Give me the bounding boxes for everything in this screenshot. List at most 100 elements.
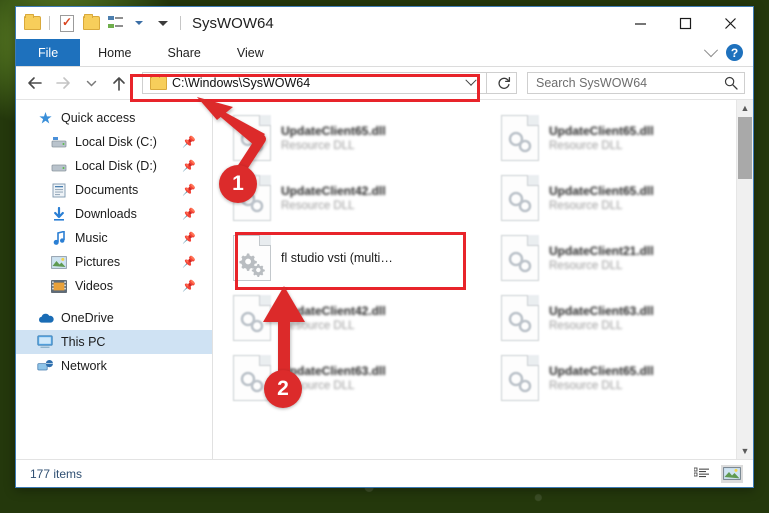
address-toolbar: C:\Windows\SysWOW64 Search SysWOW64	[16, 67, 753, 99]
file-list-pane: UpdateClient65.dll Resource DLL UpdateCl…	[213, 100, 753, 459]
file-item[interactable]: UpdateClient42.dll Resource DLL	[227, 288, 479, 348]
file-name: UpdateClient21.dll	[549, 244, 654, 258]
file-item[interactable]: UpdateClient63.dll Resource DLL	[227, 348, 479, 408]
properties-check-icon[interactable]	[57, 13, 77, 33]
customize-icon[interactable]	[105, 13, 125, 33]
search-input[interactable]: Search SysWOW64	[527, 72, 745, 94]
ribbon-tab-bar: File Home Share View ?	[16, 39, 753, 67]
window-body: Quick access Local Disk (C:) 📌 Local Dis…	[16, 99, 753, 459]
pin-icon[interactable]: 📌	[182, 280, 196, 293]
toolbar-divider-2	[180, 16, 181, 30]
file-name: UpdateClient42.dll	[281, 184, 386, 198]
pin-icon[interactable]: 📌	[182, 136, 196, 149]
file-item[interactable]: UpdateClient65.dll Resource DLL	[495, 108, 747, 168]
quick-access-toolbar	[22, 13, 184, 33]
file-explorer-window: SysWOW64 File Home Share View ?	[15, 6, 754, 488]
details-view-icon[interactable]	[691, 465, 713, 483]
sidebar-item-label: Documents	[75, 183, 139, 197]
sidebar-item-quick-access[interactable]: Quick access	[16, 106, 212, 130]
file-item[interactable]: UpdateClient65.dll Resource DLL	[495, 348, 747, 408]
pin-icon[interactable]: 📌	[182, 208, 196, 221]
ribbon-right-controls: ?	[703, 39, 753, 66]
maximize-button[interactable]	[663, 7, 708, 39]
file-item[interactable]: UpdateClient21.dll Resource DLL	[495, 228, 747, 288]
dll-file-icon	[501, 115, 539, 161]
file-grid: UpdateClient65.dll Resource DLL UpdateCl…	[213, 100, 753, 408]
address-bar[interactable]: C:\Windows\SysWOW64	[142, 72, 517, 94]
pin-icon[interactable]: 📌	[182, 256, 196, 269]
pin-icon[interactable]: 📌	[182, 232, 196, 245]
pictures-icon	[50, 255, 68, 269]
file-item[interactable]: UpdateClient63.dll Resource DLL	[495, 288, 747, 348]
scrollbar-thumb[interactable]	[738, 117, 752, 179]
file-subtitle: Resource DLL	[549, 260, 623, 272]
file-subtitle: Resource DLL	[281, 140, 355, 152]
file-item[interactable]: UpdateClient65.dll Resource DLL	[495, 168, 747, 228]
sidebar-item-videos[interactable]: Videos 📌	[16, 274, 212, 298]
tab-home[interactable]: Home	[80, 39, 149, 66]
search-icon[interactable]	[724, 76, 738, 90]
chevron-down-icon[interactable]	[703, 42, 719, 57]
customize-quick-access-caret-icon[interactable]	[153, 13, 173, 33]
folder-icon[interactable]	[22, 13, 42, 33]
dll-file-icon	[233, 355, 271, 401]
sidebar-item-music[interactable]: Music 📌	[16, 226, 212, 250]
tab-share[interactable]: Share	[150, 39, 219, 66]
view-toggle-group	[691, 464, 743, 483]
sidebar-item-pictures[interactable]: Pictures 📌	[16, 250, 212, 274]
file-name: UpdateClient63.dll	[281, 364, 386, 378]
back-arrow-icon[interactable]	[22, 70, 48, 96]
help-icon[interactable]: ?	[726, 44, 743, 61]
toolbar-divider	[49, 16, 50, 30]
pin-icon[interactable]: 📌	[182, 184, 196, 197]
scroll-up-icon[interactable]: ▲	[737, 100, 753, 116]
selected-file-item[interactable]: fl studio vsti (multi…	[227, 228, 479, 288]
tab-view[interactable]: View	[219, 39, 282, 66]
file-subtitle: Resource DLL	[281, 200, 355, 212]
sidebar-item-this-pc[interactable]: This PC	[16, 330, 212, 354]
file-subtitle: Resource DLL	[281, 380, 355, 392]
sidebar-item-label: Music	[75, 231, 108, 245]
customize-caret-icon[interactable]	[129, 13, 149, 33]
music-icon	[50, 230, 68, 246]
documents-icon	[50, 183, 68, 198]
pin-icon[interactable]: 📌	[182, 160, 196, 173]
sidebar-item-downloads[interactable]: Downloads 📌	[16, 202, 212, 226]
star-pin-icon	[36, 111, 54, 126]
file-subtitle: Resource DLL	[281, 320, 355, 332]
sidebar-item-label: Local Disk (D:)	[75, 159, 157, 173]
file-subtitle: Resource DLL	[549, 140, 623, 152]
sidebar-item-label: Pictures	[75, 255, 121, 269]
up-arrow-icon[interactable]	[106, 70, 132, 96]
file-subtitle: Resource DLL	[549, 320, 623, 332]
sidebar-item-local-disk-d[interactable]: Local Disk (D:) 📌	[16, 154, 212, 178]
close-button[interactable]	[708, 7, 753, 39]
sidebar-item-label: Downloads	[75, 207, 137, 221]
drive-icon	[50, 160, 68, 173]
minimize-button[interactable]	[618, 7, 663, 39]
dll-file-icon	[501, 175, 539, 221]
vertical-scrollbar[interactable]: ▲ ▼	[736, 100, 753, 459]
file-subtitle: Resource DLL	[549, 380, 623, 392]
file-name: UpdateClient65.dll	[549, 364, 654, 378]
sidebar-divider	[16, 298, 212, 306]
sidebar-item-network[interactable]: Network	[16, 354, 212, 378]
scroll-down-icon[interactable]: ▼	[737, 443, 753, 459]
status-bar: 177 items	[16, 459, 753, 487]
large-icons-view-icon[interactable]	[721, 464, 743, 483]
dll-file-icon	[501, 235, 539, 281]
file-item[interactable]: UpdateClient42.dll Resource DLL	[227, 168, 479, 228]
dll-file-icon	[233, 115, 271, 161]
sidebar-item-local-disk-c[interactable]: Local Disk (C:) 📌	[16, 130, 212, 154]
tab-file[interactable]: File	[16, 39, 81, 66]
file-item[interactable]: UpdateClient65.dll Resource DLL	[227, 108, 479, 168]
new-folder-icon[interactable]	[81, 13, 101, 33]
recent-locations-caret-icon[interactable]	[78, 70, 104, 96]
address-chevron-down-icon[interactable]	[465, 74, 477, 86]
sidebar-item-label: Local Disk (C:)	[75, 135, 157, 149]
sidebar-item-documents[interactable]: Documents 📌	[16, 178, 212, 202]
sidebar-item-onedrive[interactable]: OneDrive	[16, 306, 212, 330]
window-controls	[618, 7, 753, 39]
refresh-icon[interactable]	[492, 76, 516, 90]
dll-file-icon	[233, 175, 271, 221]
